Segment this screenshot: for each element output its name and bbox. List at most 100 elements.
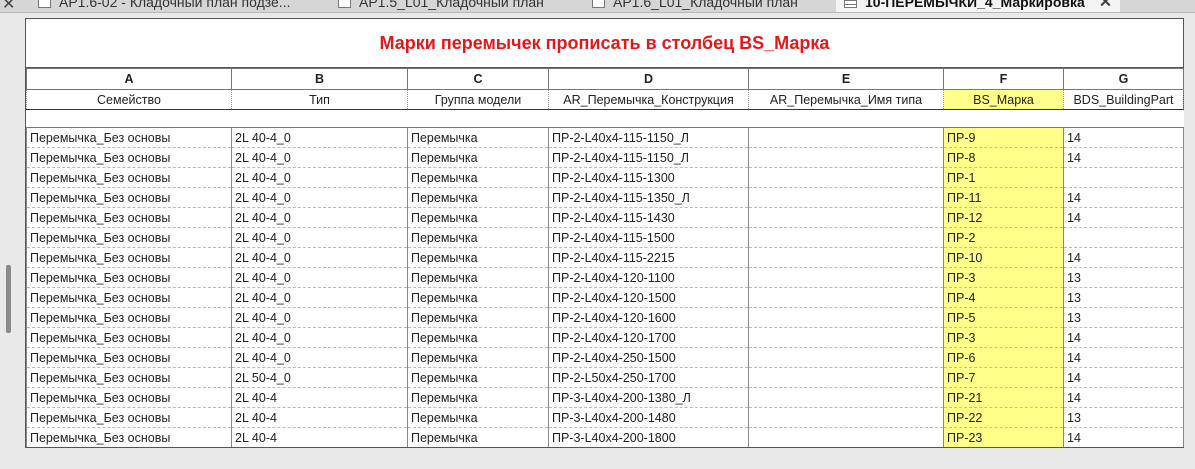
column-header[interactable]: AR_Перемычка_Имя типа (748, 89, 944, 110)
column-header[interactable]: AR_Перемычка_Конструкция (548, 89, 749, 110)
column-letter-d[interactable]: D (548, 68, 749, 90)
table-row[interactable]: Перемычка_Без основы 2L 40-4_0 Перемычка ПР… (26, 267, 1184, 288)
table-cell[interactable]: 14 (1063, 427, 1184, 448)
table-cell[interactable]: ПР-10 (943, 247, 1064, 268)
table-cell[interactable]: Перемычка_Без основы (26, 347, 232, 368)
table-cell[interactable]: ПР-3-L40x4-200-1800 (548, 427, 749, 448)
table-cell[interactable]: Перемычка_Без основы (26, 207, 232, 228)
table-row[interactable]: Перемычка_Без основы 2L 40-4_0 Перемычка ПР… (26, 127, 1184, 148)
table-cell[interactable]: Перемычка_Без основы (26, 327, 232, 348)
table-cell[interactable]: ПР-6 (943, 347, 1064, 368)
table-row[interactable]: Перемычка_Без основы 2L 40-4_0 Перемычка ПР… (26, 227, 1184, 248)
column-header[interactable]: BDS_BuildingPart (1063, 89, 1184, 110)
column-header[interactable]: Группа модели (407, 89, 549, 110)
close-icon[interactable]: ✕ (2, 0, 15, 12)
table-cell[interactable]: ПР-2-L40x4-115-1150_Л (548, 127, 749, 148)
table-cell[interactable]: 14 (1063, 347, 1184, 368)
table-cell[interactable]: 2L 40-4 (231, 387, 408, 408)
table-cell[interactable]: ПР-3 (943, 327, 1064, 348)
table-cell[interactable]: ПР-2-L40x4-120-1700 (548, 327, 749, 348)
table-row[interactable]: Перемычка_Без основы 2L 40-4_0 Перемычка ПР… (26, 247, 1184, 268)
table-cell[interactable]: Перемычка (407, 387, 549, 408)
table-cell[interactable]: ПР-2-L40x4-250-1500 (548, 347, 749, 368)
table-row[interactable]: Перемычка_Без основы 2L 40-4_0 Перемычка ПР… (26, 187, 1184, 208)
table-cell[interactable]: ПР-11 (943, 187, 1064, 208)
table-cell[interactable]: Перемычка (407, 207, 549, 228)
table-cell[interactable]: 2L 40-4_0 (231, 147, 408, 168)
table-cell[interactable]: 2L 40-4_0 (231, 227, 408, 248)
table-cell[interactable]: Перемычка (407, 427, 549, 448)
table-cell[interactable]: ПР-2 (943, 227, 1064, 248)
table-cell[interactable]: 2L 40-4_0 (231, 327, 408, 348)
table-cell[interactable]: Перемычка_Без основы (26, 147, 232, 168)
table-cell[interactable]: 14 (1063, 147, 1184, 168)
table-cell[interactable]: ПР-23 (943, 427, 1064, 448)
column-letter-b[interactable]: B (231, 68, 408, 90)
table-cell[interactable]: ПР-2-L40x4-115-1430 (548, 207, 749, 228)
table-cell[interactable]: 2L 40-4_0 (231, 167, 408, 188)
table-cell[interactable]: Перемычка (407, 307, 549, 328)
table-cell[interactable]: 14 (1063, 187, 1184, 208)
table-cell[interactable]: Перемычка (407, 187, 549, 208)
table-cell[interactable]: Перемычка_Без основы (26, 167, 232, 188)
table-row[interactable]: Перемычка_Без основы 2L 40-4_0 Перемычка ПР… (26, 207, 1184, 228)
table-cell[interactable]: 13 (1063, 307, 1184, 328)
tab-view-3[interactable]: АР1.6_L01_Кладочный план (592, 0, 798, 12)
table-cell[interactable]: Перемычка (407, 407, 549, 428)
table-cell[interactable]: ПР-2-L40x4-115-2215 (548, 247, 749, 268)
table-cell[interactable]: Перемычка_Без основы (26, 307, 232, 328)
table-row[interactable]: Перемычка_Без основы 2L 40-4_0 Перемычка ПР… (26, 307, 1184, 328)
table-cell[interactable] (748, 387, 944, 408)
column-header[interactable]: Тип (231, 89, 408, 110)
table-row[interactable]: Перемычка_Без основы 2L 40-4_0 Перемычка ПР… (26, 167, 1184, 188)
tab-view-1[interactable]: АР1.6-02 - Кладочный план подзе... (38, 0, 290, 12)
table-row[interactable]: Перемычка_Без основы 2L 40-4_0 Перемычка ПР… (26, 287, 1184, 308)
table-cell[interactable] (1063, 227, 1184, 248)
table-cell[interactable]: Перемычка (407, 367, 549, 388)
table-cell[interactable]: Перемычка (407, 267, 549, 288)
table-cell[interactable]: Перемычка (407, 147, 549, 168)
table-cell[interactable]: Перемычка_Без основы (26, 367, 232, 388)
table-cell[interactable]: Перемычка_Без основы (26, 267, 232, 288)
table-cell[interactable]: ПР-7 (943, 367, 1064, 388)
table-cell[interactable]: 2L 50-4_0 (231, 367, 408, 388)
table-cell[interactable]: ПР-8 (943, 147, 1064, 168)
table-row[interactable]: Перемычка_Без основы 2L 40-4 Перемычка ПР-3… (26, 387, 1184, 408)
table-cell[interactable]: Перемычка_Без основы (26, 227, 232, 248)
table-cell[interactable]: Перемычка (407, 327, 549, 348)
table-cell[interactable]: ПР-9 (943, 127, 1064, 148)
table-cell[interactable]: 14 (1063, 127, 1184, 148)
table-cell[interactable]: ПР-2-L40x4-120-1500 (548, 287, 749, 308)
tab-view-2[interactable]: АР1.5_L01_Кладочный план (338, 0, 544, 12)
table-cell[interactable] (748, 207, 944, 228)
column-letter-f[interactable]: F (943, 68, 1064, 90)
table-cell[interactable]: Перемычка_Без основы (26, 407, 232, 428)
table-row[interactable]: Перемычка_Без основы 2L 40-4 Перемычка ПР-3… (26, 427, 1184, 448)
table-cell[interactable]: 2L 40-4_0 (231, 267, 408, 288)
table-cell[interactable] (748, 227, 944, 248)
table-cell[interactable]: 14 (1063, 247, 1184, 268)
table-cell[interactable]: ПР-12 (943, 207, 1064, 228)
table-cell[interactable] (748, 327, 944, 348)
table-row[interactable]: Перемычка_Без основы 2L 40-4_0 Перемычка ПР… (26, 347, 1184, 368)
table-cell[interactable]: ПР-2-L40x4-120-1100 (548, 267, 749, 288)
table-cell[interactable]: 13 (1063, 267, 1184, 288)
table-cell[interactable]: ПР-2-L40x4-115-1350_Л (548, 187, 749, 208)
column-letter-e[interactable]: E (748, 68, 944, 90)
table-cell[interactable]: Перемычка_Без основы (26, 187, 232, 208)
table-cell[interactable]: ПР-21 (943, 387, 1064, 408)
table-cell[interactable] (748, 367, 944, 388)
table-cell[interactable] (1063, 167, 1184, 188)
table-row[interactable]: Перемычка_Без основы 2L 40-4_0 Перемычка ПР… (26, 327, 1184, 348)
table-cell[interactable] (748, 287, 944, 308)
table-cell[interactable]: 2L 40-4 (231, 427, 408, 448)
table-cell[interactable]: Перемычка (407, 127, 549, 148)
table-cell[interactable]: ПР-2-L40x4-115-1300 (548, 167, 749, 188)
table-cell[interactable] (748, 127, 944, 148)
table-cell[interactable]: ПР-2-L40x4-115-1500 (548, 227, 749, 248)
table-cell[interactable]: Перемычка (407, 287, 549, 308)
table-cell[interactable]: Перемычка (407, 247, 549, 268)
table-cell[interactable] (748, 187, 944, 208)
table-cell[interactable]: 2L 40-4_0 (231, 287, 408, 308)
close-tab-icon[interactable]: ✕ (1099, 0, 1112, 12)
